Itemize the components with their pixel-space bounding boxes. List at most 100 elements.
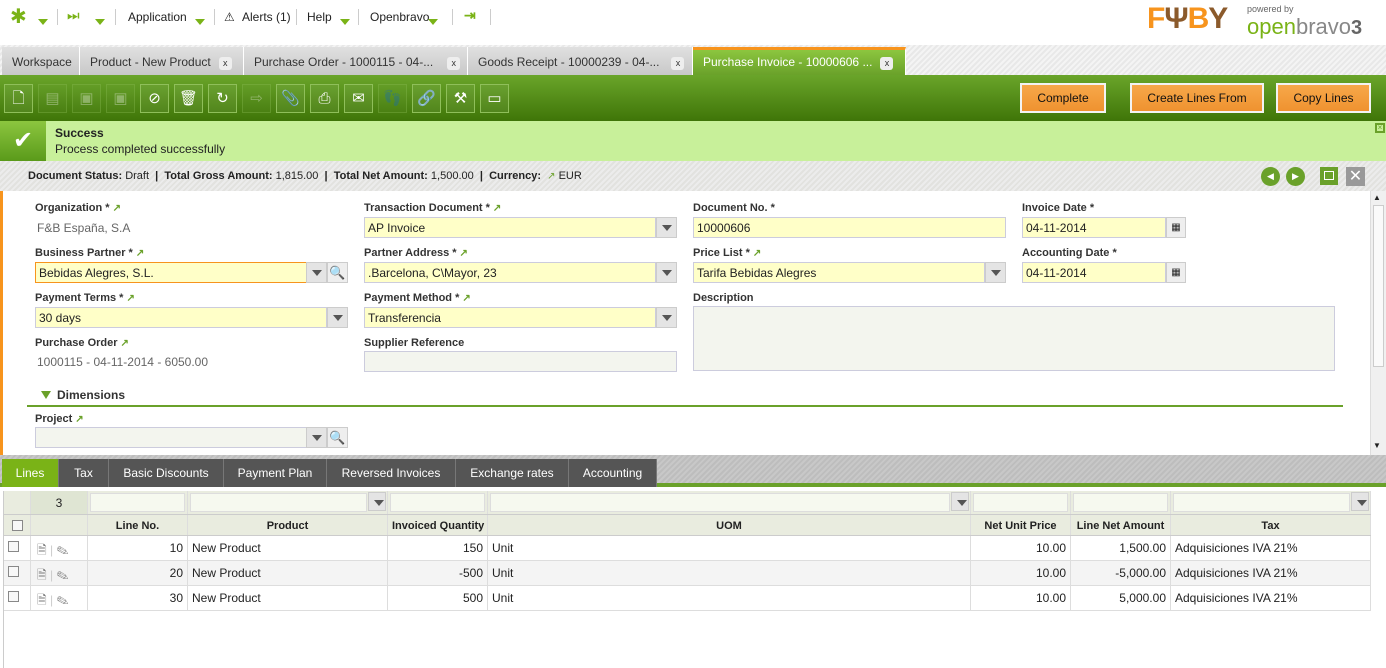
description-textarea[interactable] xyxy=(693,306,1335,371)
close-icon[interactable]: x xyxy=(218,57,232,70)
close-message-icon[interactable]: × xyxy=(1375,123,1385,133)
column-header[interactable]: Product xyxy=(188,515,388,535)
filter-line-net-amount[interactable] xyxy=(1073,493,1168,512)
tab-product[interactable]: Product - New Product x xyxy=(80,47,244,75)
chevron-down-icon[interactable] xyxy=(306,427,327,448)
audit-trail-icon[interactable]: 👣 xyxy=(378,84,407,113)
attach-icon[interactable]: 📎 xyxy=(276,84,305,113)
column-header[interactable]: UOM xyxy=(488,515,971,535)
transaction-document-select[interactable]: AP Invoice xyxy=(364,217,656,238)
tab-goods-receipt[interactable]: Goods Receipt - 10000239 - 04-... x xyxy=(468,47,693,75)
filter-quantity[interactable] xyxy=(390,493,485,512)
project-input[interactable] xyxy=(35,427,307,448)
close-icon[interactable]: x xyxy=(447,57,461,70)
search-icon[interactable]: 🔍 xyxy=(327,262,348,283)
help-dropdown-icon[interactable] xyxy=(340,14,350,28)
price-list-select[interactable]: Tarifa Bebidas Alegres xyxy=(693,262,985,283)
accounting-date-input[interactable]: 04-11-2014 xyxy=(1022,262,1166,283)
filter-line-no[interactable] xyxy=(90,493,185,512)
chevron-down-icon[interactable] xyxy=(656,262,677,283)
table-row[interactable]: 🗎 | ✎ 10 New Product 150 Unit 10.00 1,500.00 Ad… xyxy=(4,536,1371,561)
tab-exchange-rates[interactable]: Exchange rates xyxy=(456,459,569,487)
previous-record-icon[interactable]: ◀ xyxy=(1261,167,1280,186)
new-row-icon[interactable]: ▤ xyxy=(38,84,67,113)
complete-button[interactable]: Complete xyxy=(1020,83,1106,113)
application-dropdown-icon[interactable] xyxy=(195,14,205,28)
supplier-reference-input[interactable] xyxy=(364,351,677,372)
open-form-icon[interactable]: 🗎 xyxy=(37,543,47,557)
save-icon[interactable]: ▣ xyxy=(72,84,101,113)
edit-icon[interactable]: ✎ xyxy=(56,568,68,582)
next-record-icon[interactable]: ▶ xyxy=(1286,167,1305,186)
column-header[interactable]: Invoiced Quantity xyxy=(388,515,488,535)
export-icon[interactable]: ⇨ xyxy=(242,84,271,113)
filter-uom[interactable] xyxy=(490,493,950,512)
tab-purchase-invoice[interactable]: Purchase Invoice - 10000606 ... x xyxy=(693,47,906,75)
collapse-icon[interactable] xyxy=(41,391,51,399)
calendar-icon[interactable]: ▦ xyxy=(1166,217,1186,238)
chevron-down-icon[interactable] xyxy=(951,492,969,511)
payment-method-select[interactable]: Transferencia xyxy=(364,307,656,328)
tab-tax[interactable]: Tax xyxy=(59,459,109,487)
scrollbar-thumb[interactable] xyxy=(1373,205,1384,367)
chevron-down-icon[interactable] xyxy=(306,262,327,283)
column-header[interactable]: Line Net Amount xyxy=(1071,515,1171,535)
email-icon[interactable]: ✉ xyxy=(344,84,373,113)
invoice-date-input[interactable]: 04-11-2014 xyxy=(1022,217,1166,238)
close-icon[interactable]: x xyxy=(880,57,894,70)
quick-create-dropdown[interactable] xyxy=(95,14,105,28)
copy-lines-button[interactable]: Copy Lines xyxy=(1276,83,1371,113)
tab-lines[interactable]: Lines xyxy=(2,459,59,487)
tab-basic-discounts[interactable]: Basic Discounts xyxy=(109,459,224,487)
scroll-up-icon[interactable]: ▲ xyxy=(1373,193,1381,202)
open-form-icon[interactable]: 🗎 xyxy=(37,593,47,607)
table-row[interactable]: 🗎 | ✎ 30 New Product 500 Unit 10.00 5,000.00 Ad… xyxy=(4,586,1371,611)
undo-icon[interactable]: ⊘ xyxy=(140,84,169,113)
tab-payment-plan[interactable]: Payment Plan xyxy=(224,459,327,487)
calendar-icon[interactable]: ▦ xyxy=(1166,262,1186,283)
chevron-down-icon[interactable] xyxy=(985,262,1006,283)
chevron-down-icon[interactable] xyxy=(327,307,348,328)
row-checkbox[interactable] xyxy=(8,591,19,602)
chevron-down-icon[interactable] xyxy=(656,217,677,238)
form-scrollbar[interactable]: ▲ ▼ xyxy=(1370,191,1386,455)
row-checkbox[interactable] xyxy=(8,566,19,577)
refresh-icon[interactable]: ↻ xyxy=(208,84,237,113)
edit-icon[interactable]: ✎ xyxy=(56,543,68,557)
application-menu[interactable]: Application xyxy=(128,10,187,24)
business-partner-input[interactable]: Bebidas Alegres, S.L. xyxy=(35,262,307,283)
delete-icon[interactable]: 🗑 xyxy=(174,84,203,113)
purchase-order-link[interactable]: 1000115 - 04-11-2014 - 6050.00 xyxy=(37,355,208,369)
create-lines-from-button[interactable]: Create Lines From xyxy=(1130,83,1264,113)
quick-launch-icon[interactable]: ✱ xyxy=(10,4,27,29)
user-dropdown-icon[interactable] xyxy=(428,14,438,28)
new-document-icon[interactable]: 🗋 xyxy=(4,84,33,113)
payment-terms-select[interactable]: 30 days xyxy=(35,307,327,328)
maximize-icon[interactable] xyxy=(1320,167,1338,185)
filter-net-unit-price[interactable] xyxy=(973,493,1068,512)
chevron-down-icon[interactable] xyxy=(656,307,677,328)
tab-workspace[interactable]: Workspace xyxy=(2,47,80,75)
alerts-link[interactable]: Alerts (1) xyxy=(242,10,291,24)
close-form-icon[interactable]: ✕ xyxy=(1346,167,1365,186)
open-form-icon[interactable]: 🗎 xyxy=(37,568,47,582)
tab-purchase-order[interactable]: Purchase Order - 1000115 - 04-... x xyxy=(244,47,468,75)
tab-reversed-invoices[interactable]: Reversed Invoices xyxy=(327,459,456,487)
tab-accounting[interactable]: Accounting xyxy=(569,459,657,487)
table-row[interactable]: 🗎 | ✎ 20 New Product -500 Unit 10.00 -5,000.00… xyxy=(4,561,1371,586)
column-header[interactable]: Net Unit Price xyxy=(971,515,1071,535)
layout-icon[interactable]: ▭ xyxy=(480,84,509,113)
tree-icon[interactable]: ⚒ xyxy=(446,84,475,113)
save-close-icon[interactable]: ▣ xyxy=(106,84,135,113)
chevron-down-icon[interactable] xyxy=(368,492,386,511)
select-all-checkbox[interactable] xyxy=(11,520,23,531)
logout-icon[interactable]: ⇥ xyxy=(464,7,476,24)
column-header[interactable]: Tax xyxy=(1171,515,1371,535)
document-no-input[interactable]: 10000606 xyxy=(693,217,1006,238)
partner-address-select[interactable]: .Barcelona, C\Mayor, 23 xyxy=(364,262,656,283)
filter-tax[interactable] xyxy=(1173,493,1350,512)
column-header[interactable]: Line No. xyxy=(88,515,188,535)
filter-product[interactable] xyxy=(190,493,367,512)
quick-create-icon[interactable]: ⏭ xyxy=(67,7,80,24)
scroll-down-icon[interactable]: ▼ xyxy=(1373,441,1381,450)
